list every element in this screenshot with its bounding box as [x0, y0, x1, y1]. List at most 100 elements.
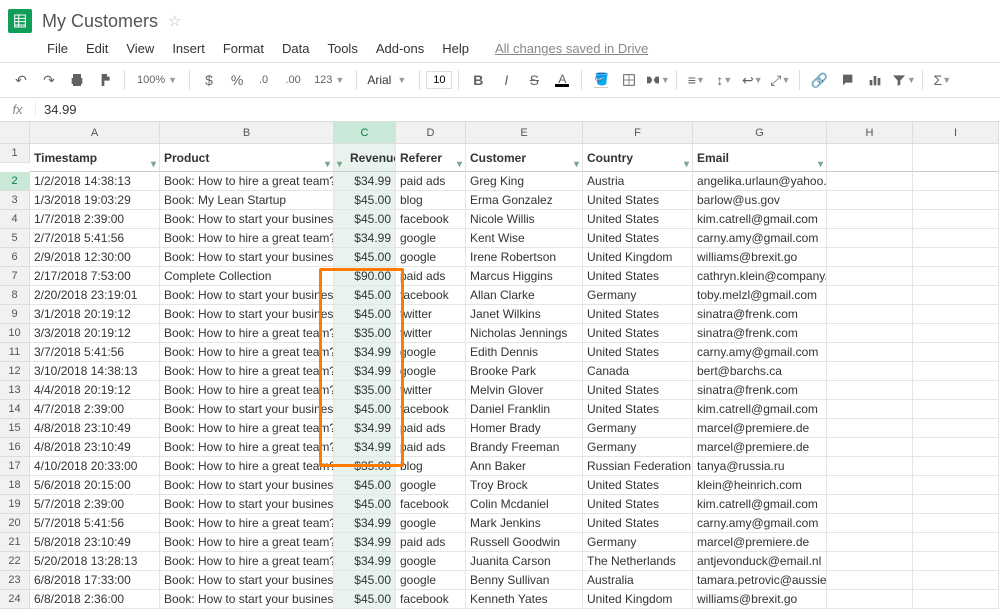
col-header[interactable]: A: [30, 122, 160, 144]
data-cell[interactable]: marcel@premiere.de: [693, 533, 827, 552]
data-cell[interactable]: Book: How to start your business?: [160, 210, 334, 229]
data-cell[interactable]: Kenneth Yates: [466, 590, 583, 609]
data-cell[interactable]: Austria: [583, 172, 693, 191]
italic-icon[interactable]: I: [493, 67, 519, 93]
strike-icon[interactable]: S: [521, 67, 547, 93]
data-cell[interactable]: paid ads: [396, 438, 466, 457]
data-cell[interactable]: carny.amy@gmail.com: [693, 514, 827, 533]
data-cell[interactable]: Book: How to hire a great team?: [160, 533, 334, 552]
row-header[interactable]: 22: [0, 552, 30, 571]
empty-cell[interactable]: [827, 457, 913, 476]
data-cell[interactable]: facebook: [396, 495, 466, 514]
data-cell[interactable]: $34.99: [334, 362, 396, 381]
filter-icon[interactable]: [574, 151, 579, 172]
data-cell[interactable]: Book: How to start your business?: [160, 286, 334, 305]
empty-cell[interactable]: [913, 400, 999, 419]
text-color-icon[interactable]: A: [549, 67, 575, 93]
data-cell[interactable]: Book: My Lean Startup: [160, 191, 334, 210]
data-cell[interactable]: sinatra@frenk.com: [693, 324, 827, 343]
data-cell[interactable]: blog: [396, 191, 466, 210]
data-cell[interactable]: $34.99: [334, 419, 396, 438]
empty-cell[interactable]: [913, 324, 999, 343]
data-cell[interactable]: Kent Wise: [466, 229, 583, 248]
header-cell[interactable]: Product: [160, 144, 334, 172]
row-header[interactable]: 19: [0, 495, 30, 514]
valign-icon[interactable]: ↕▼: [711, 67, 737, 93]
header-cell[interactable]: Country: [583, 144, 693, 172]
menu-edit[interactable]: Edit: [79, 39, 115, 58]
empty-cell[interactable]: [913, 438, 999, 457]
data-cell[interactable]: google: [396, 552, 466, 571]
empty-cell[interactable]: [827, 248, 913, 267]
data-cell[interactable]: $45.00: [334, 476, 396, 495]
data-cell[interactable]: Troy Brock: [466, 476, 583, 495]
empty-cell[interactable]: [913, 248, 999, 267]
more-formats[interactable]: 123 ▼: [308, 74, 350, 86]
row-header[interactable]: 7: [0, 267, 30, 286]
data-cell[interactable]: bert@barchs.ca: [693, 362, 827, 381]
data-cell[interactable]: Book: How to start your business?: [160, 571, 334, 590]
functions-icon[interactable]: Σ▼: [929, 67, 955, 93]
row-header[interactable]: 9: [0, 305, 30, 324]
font-size-input[interactable]: [426, 71, 452, 89]
col-header[interactable]: G: [693, 122, 827, 144]
wrap-icon[interactable]: ↩▼: [739, 67, 765, 93]
data-cell[interactable]: twitter: [396, 381, 466, 400]
empty-cell[interactable]: [827, 286, 913, 305]
data-cell[interactable]: 5/8/2018 23:10:49: [30, 533, 160, 552]
empty-cell[interactable]: [827, 400, 913, 419]
empty-cell[interactable]: [827, 590, 913, 609]
menu-format[interactable]: Format: [216, 39, 271, 58]
data-cell[interactable]: $90.00: [334, 267, 396, 286]
doc-title[interactable]: My Customers: [42, 11, 158, 32]
undo-icon[interactable]: ↶: [8, 67, 34, 93]
menu-data[interactable]: Data: [275, 39, 316, 58]
empty-cell[interactable]: [913, 419, 999, 438]
data-cell[interactable]: United States: [583, 514, 693, 533]
empty-cell[interactable]: [913, 286, 999, 305]
data-cell[interactable]: Book: How to start your business?: [160, 495, 334, 514]
data-cell[interactable]: United States: [583, 495, 693, 514]
font-select[interactable]: Arial▼: [363, 73, 413, 87]
row-header[interactable]: 1: [0, 144, 30, 163]
filter-icon[interactable]: [337, 151, 342, 172]
data-cell[interactable]: Germany: [583, 533, 693, 552]
data-cell[interactable]: United States: [583, 191, 693, 210]
menu-addons[interactable]: Add-ons: [369, 39, 431, 58]
empty-cell[interactable]: [827, 362, 913, 381]
data-cell[interactable]: Canada: [583, 362, 693, 381]
data-cell[interactable]: Colin Mcdaniel: [466, 495, 583, 514]
empty-cell[interactable]: [913, 267, 999, 286]
data-cell[interactable]: Book: How to start your business?: [160, 305, 334, 324]
data-cell[interactable]: $34.99: [334, 533, 396, 552]
data-cell[interactable]: Greg King: [466, 172, 583, 191]
row-header[interactable]: 16: [0, 438, 30, 457]
data-cell[interactable]: Marcus Higgins: [466, 267, 583, 286]
data-cell[interactable]: United States: [583, 305, 693, 324]
data-cell[interactable]: 6/8/2018 17:33:00: [30, 571, 160, 590]
empty-cell[interactable]: [827, 438, 913, 457]
spreadsheet-grid[interactable]: ABCDEFGHI1TimestampProductRevenueReferer…: [0, 122, 1000, 609]
data-cell[interactable]: williams@brexit.go: [693, 248, 827, 267]
col-header[interactable]: D: [396, 122, 466, 144]
data-cell[interactable]: google: [396, 362, 466, 381]
data-cell[interactable]: $35.00: [334, 324, 396, 343]
link-icon[interactable]: 🔗: [806, 67, 832, 93]
data-cell[interactable]: sinatra@frenk.com: [693, 305, 827, 324]
data-cell[interactable]: United States: [583, 476, 693, 495]
data-cell[interactable]: 3/3/2018 20:19:12: [30, 324, 160, 343]
merge-icon[interactable]: ▼: [644, 67, 670, 93]
data-cell[interactable]: paid ads: [396, 172, 466, 191]
data-cell[interactable]: Book: How to hire a great team?: [160, 457, 334, 476]
data-cell[interactable]: Allan Clarke: [466, 286, 583, 305]
empty-cell[interactable]: [913, 476, 999, 495]
header-cell[interactable]: Customer: [466, 144, 583, 172]
row-header[interactable]: 13: [0, 381, 30, 400]
row-header[interactable]: 21: [0, 533, 30, 552]
col-header[interactable]: B: [160, 122, 334, 144]
data-cell[interactable]: Mark Jenkins: [466, 514, 583, 533]
data-cell[interactable]: $35.00: [334, 457, 396, 476]
comment-icon[interactable]: [834, 67, 860, 93]
empty-cell[interactable]: [827, 514, 913, 533]
data-cell[interactable]: Germany: [583, 286, 693, 305]
